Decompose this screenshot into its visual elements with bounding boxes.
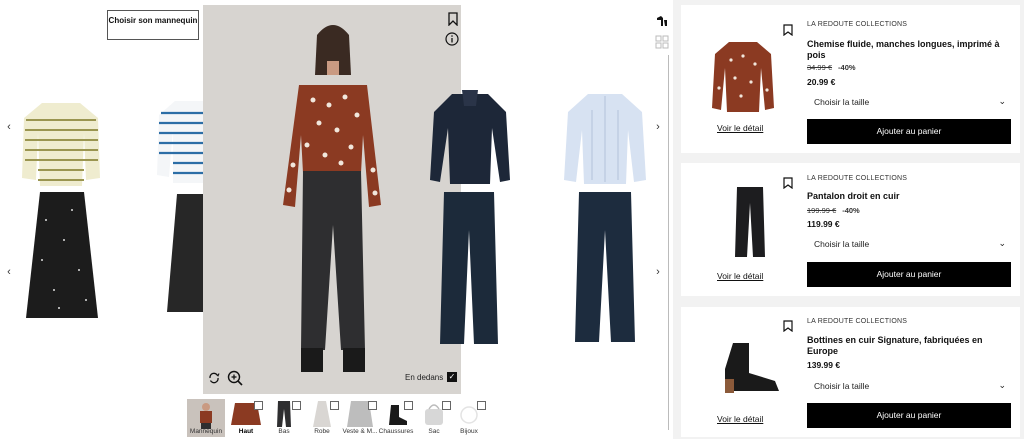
prev-tops-arrow[interactable]: ‹ <box>0 118 18 136</box>
thumb-robe[interactable]: Robe <box>303 399 341 437</box>
product-card-boots: LA REDOUTE COLLECTIONS Bottines en cuir … <box>681 307 1020 437</box>
size-select[interactable]: Choisir la taille ⌄ <box>807 92 1012 112</box>
price: 139.99 € <box>807 360 841 370</box>
add-to-cart-button[interactable]: Ajouter au panier <box>807 403 1011 428</box>
shirt-image[interactable] <box>711 38 775 114</box>
next-tops-arrow[interactable]: › <box>649 118 667 136</box>
black-pleated-skirt[interactable] <box>24 190 100 320</box>
navy-ruffle-blouse[interactable] <box>428 88 512 186</box>
price: 119.99 € <box>807 219 840 229</box>
boots-image[interactable] <box>719 339 783 395</box>
rotate-icon[interactable] <box>207 371 221 385</box>
old-price: 34.99 € -40% <box>807 63 856 72</box>
chevron-down-icon: ⌄ <box>998 380 1006 390</box>
chevron-down-icon: ⌄ <box>998 238 1006 248</box>
thumb-bijoux-checkbox[interactable] <box>477 401 486 410</box>
grid-view-icon[interactable] <box>655 35 669 49</box>
thumb-haut[interactable]: Haut <box>227 399 265 437</box>
product-panel: LA REDOUTE COLLECTIONS Chemise fluide, m… <box>673 0 1024 439</box>
price: 20.99 € <box>807 77 836 87</box>
thumb-veste[interactable]: Veste & M... <box>341 399 379 437</box>
hanger-icon[interactable] <box>655 14 669 28</box>
mannequin-stage <box>203 5 461 394</box>
thumb-chaussures[interactable]: Chaussures <box>377 399 415 437</box>
thumb-haut-checkbox[interactable] <box>254 401 263 410</box>
thumb-bijoux[interactable]: Bijoux <box>450 399 488 437</box>
outfit-builder: Choisir son mannequin ‹ ‹ › › En dedans … <box>0 0 1024 439</box>
product-name[interactable]: Pantalon droit en cuir <box>807 191 1012 202</box>
prev-bottoms-arrow[interactable]: ‹ <box>0 263 18 281</box>
add-to-cart-button[interactable]: Ajouter au panier <box>807 119 1011 144</box>
divider <box>668 55 669 430</box>
product-card-shirt: LA REDOUTE COLLECTIONS Chemise fluide, m… <box>681 5 1020 153</box>
add-to-cart-button[interactable]: Ajouter au panier <box>807 262 1011 287</box>
detail-link[interactable]: Voir le détail <box>717 123 763 133</box>
bookmark-icon[interactable] <box>446 12 460 26</box>
light-blue-blouse[interactable] <box>562 90 648 186</box>
thumb-bas[interactable]: Bas <box>265 399 303 437</box>
bookmark-icon[interactable] <box>783 320 793 332</box>
size-select[interactable]: Choisir la taille ⌄ <box>807 234 1012 254</box>
bookmark-icon[interactable] <box>783 177 793 189</box>
choose-mannequin-button[interactable]: Choisir son mannequin <box>107 10 199 40</box>
category-thumbnails: Mannequin Haut Bas Robe Veste & M... Cha… <box>186 399 486 439</box>
thumb-mannequin[interactable]: Mannequin <box>187 399 225 437</box>
thumb-robe-checkbox[interactable] <box>330 401 339 410</box>
model-figure <box>283 25 381 372</box>
size-select[interactable]: Choisir la taille ⌄ <box>807 376 1012 396</box>
thumb-chaussures-checkbox[interactable] <box>404 401 413 410</box>
navy-wide-trousers[interactable] <box>438 190 500 346</box>
product-card-trousers: LA REDOUTE COLLECTIONS Pantalon droit en… <box>681 163 1020 296</box>
inside-checkbox[interactable]: ✓ <box>447 372 457 382</box>
chevron-down-icon: ⌄ <box>998 96 1006 106</box>
striped-yellow-sweater[interactable] <box>20 98 102 188</box>
bookmark-icon[interactable] <box>783 24 793 36</box>
product-name[interactable]: Chemise fluide, manches longues, imprimé… <box>807 39 1012 61</box>
detail-link[interactable]: Voir le détail <box>717 414 763 424</box>
thumb-sac[interactable]: Sac <box>415 399 453 437</box>
thumb-bas-checkbox[interactable] <box>292 401 301 410</box>
detail-link[interactable]: Voir le détail <box>717 271 763 281</box>
zoom-in-icon[interactable] <box>227 370 243 386</box>
navy-straight-trousers[interactable] <box>573 190 637 344</box>
trousers-image[interactable] <box>733 185 767 259</box>
info-icon[interactable] <box>445 32 459 46</box>
thumb-veste-checkbox[interactable] <box>368 401 377 410</box>
product-name[interactable]: Bottines en cuir Signature, fabriquées e… <box>807 335 1012 357</box>
inside-label: En dedans <box>405 373 444 382</box>
next-bottoms-arrow[interactable]: › <box>649 263 667 281</box>
old-price: 199.99 € -40% <box>807 206 860 215</box>
